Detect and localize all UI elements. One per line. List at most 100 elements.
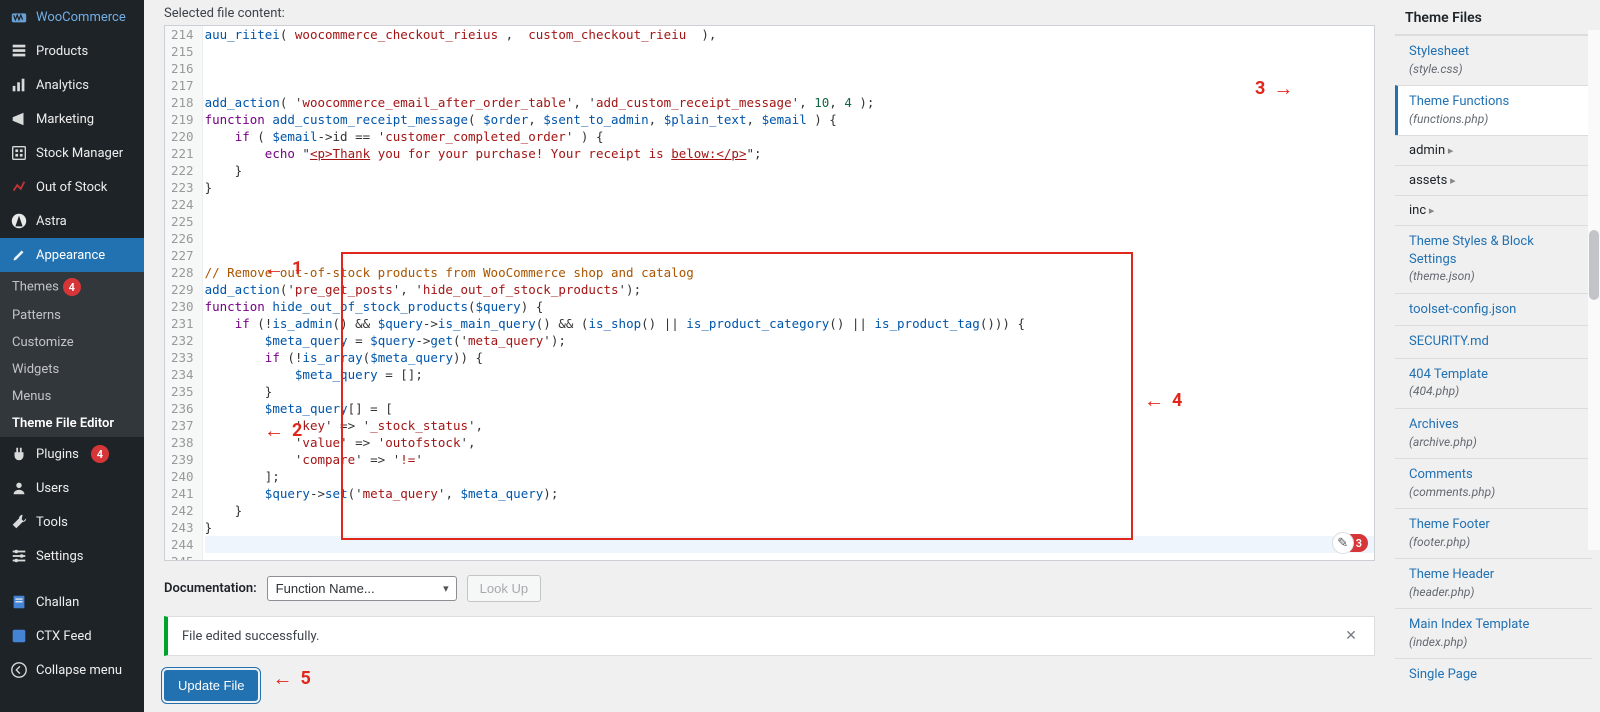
code-line[interactable]: [205, 196, 1374, 213]
code-line[interactable]: if ( $email->id == 'customer_completed_o…: [205, 128, 1374, 145]
file-tree-item-theme-functions[interactable]: Theme Functions(functions.php): [1395, 85, 1592, 135]
file-tree-item-theme-footer[interactable]: Theme Footer(footer.php): [1395, 508, 1592, 558]
code-line[interactable]: }: [205, 502, 1374, 519]
code-line[interactable]: [205, 60, 1374, 77]
file-tree-folder-admin[interactable]: admin: [1395, 135, 1592, 165]
dismiss-icon[interactable]: ✕: [1342, 627, 1360, 645]
lookup-button[interactable]: Look Up: [467, 575, 541, 602]
function-name-select[interactable]: Function Name...: [267, 576, 457, 601]
file-tree-item-theme-header[interactable]: Theme Header(header.php): [1395, 558, 1592, 608]
sidebar-item-label: Astra: [36, 214, 67, 229]
file-tree-item-archives[interactable]: Archives(archive.php): [1395, 408, 1592, 458]
sidebar-item-tools[interactable]: Tools: [0, 505, 144, 539]
code-line[interactable]: add_action('pre_get_posts', 'hide_out_of…: [205, 281, 1374, 298]
code-line[interactable]: 'value' => 'outofstock',: [205, 434, 1374, 451]
sidebar-sub-patterns[interactable]: Patterns: [0, 302, 144, 329]
sidebar-item-products[interactable]: Products: [0, 34, 144, 68]
sidebar-item-out-of-stock[interactable]: Out of Stock: [0, 170, 144, 204]
sidebar-item-plugins[interactable]: Plugins4: [0, 437, 144, 471]
plugins-icon: [10, 445, 28, 463]
sidebar-item-label: Settings: [36, 549, 83, 564]
file-tree-item-main-index-template[interactable]: Main Index Template(index.php): [1395, 608, 1592, 658]
code-line[interactable]: if (!is_array($meta_query)) {: [205, 349, 1374, 366]
sidebar-item-label: Marketing: [36, 112, 94, 127]
code-line[interactable]: [205, 43, 1374, 60]
sidebar-item-label: Appearance: [36, 248, 105, 263]
code-line[interactable]: [205, 247, 1374, 264]
file-tree-item-toolset-config-json[interactable]: toolset-config.json: [1395, 293, 1592, 326]
sidebar-sub-menus[interactable]: Menus: [0, 383, 144, 410]
sidebar-item-astra[interactable]: Astra: [0, 204, 144, 238]
file-tree-item-security-md[interactable]: SECURITY.md: [1395, 325, 1592, 358]
code-line[interactable]: }: [205, 179, 1374, 196]
code-line[interactable]: ];: [205, 468, 1374, 485]
code-line[interactable]: }: [205, 383, 1374, 400]
files-scrollbar-thumb[interactable]: [1589, 230, 1599, 300]
code-area[interactable]: auu_riitei( woocommerce_checkout_rieius …: [203, 26, 1374, 560]
code-line[interactable]: $meta_query = $query->get('meta_query');: [205, 332, 1374, 349]
sidebar-item-appearance[interactable]: Appearance: [0, 238, 144, 272]
file-tree-item-comments[interactable]: Comments(comments.php): [1395, 458, 1592, 508]
file-tree-folder-inc[interactable]: inc: [1395, 195, 1592, 225]
main-area: Selected file content: 21421521621721821…: [144, 0, 1600, 712]
admin-sidebar: WooCommerce ProductsAnalytics Marketing Sto…: [0, 0, 144, 712]
feather-icon: ✎: [1332, 532, 1354, 554]
code-line[interactable]: add_action( 'woocommerce_email_after_ord…: [205, 94, 1374, 111]
sidebar-item-label: Challan: [36, 595, 79, 610]
sidebar-item-analytics[interactable]: Analytics: [0, 68, 144, 102]
update-file-button[interactable]: Update File: [164, 670, 258, 701]
code-line[interactable]: auu_riitei( woocommerce_checkout_rieius …: [205, 26, 1374, 43]
sidebar-item-challan[interactable]: Challan: [0, 585, 144, 619]
products-icon: [10, 42, 28, 60]
challan-icon: [10, 593, 28, 611]
file-tree-item-single-page[interactable]: Single Page: [1395, 658, 1592, 691]
sidebar-item-label: CTX Feed: [36, 629, 92, 644]
stock-icon: [10, 144, 28, 162]
sidebar-item-collapse-menu[interactable]: Collapse menu: [0, 653, 144, 687]
theme-files-panel: 3 Theme Files Stylesheet(style.css)Theme…: [1395, 0, 1600, 712]
files-scrollbar-track[interactable]: [1588, 30, 1600, 550]
code-line[interactable]: echo "<p>Thank you for your purchase! Yo…: [205, 145, 1374, 162]
documentation-label: Documentation:: [164, 581, 257, 596]
code-line[interactable]: $meta_query[] = [: [205, 400, 1374, 417]
sidebar-sub-theme-file-editor[interactable]: Theme File Editor: [0, 410, 144, 437]
sidebar-item-ctx-feed[interactable]: CTX Feed: [0, 619, 144, 653]
sidebar-item-label: Users: [36, 481, 69, 496]
code-line[interactable]: // Remove out-of-stock products from Woo…: [205, 264, 1374, 281]
code-line[interactable]: [205, 213, 1374, 230]
code-line[interactable]: $meta_query = [];: [205, 366, 1374, 383]
sidebar-sub-widgets[interactable]: Widgets: [0, 356, 144, 383]
code-line[interactable]: [205, 77, 1374, 94]
code-line[interactable]: function add_custom_receipt_message( $or…: [205, 111, 1374, 128]
code-editor[interactable]: 2142152162172182192202212222232242252262…: [164, 25, 1375, 561]
code-line[interactable]: if (!is_admin() && $query->is_main_query…: [205, 315, 1374, 332]
code-line[interactable]: $query->set('meta_query', $meta_query);: [205, 485, 1374, 502]
sidebar-item-settings[interactable]: Settings: [0, 539, 144, 573]
sidebar-sub-themes[interactable]: Themes4: [0, 272, 144, 302]
collapse-icon: [10, 661, 28, 679]
code-line[interactable]: [205, 230, 1374, 247]
file-tree-item-stylesheet[interactable]: Stylesheet(style.css): [1395, 35, 1592, 85]
code-line[interactable]: [205, 536, 1374, 553]
file-tree-folder-assets[interactable]: assets: [1395, 165, 1592, 195]
file-tree-item-404-template[interactable]: 404 Template(404.php): [1395, 358, 1592, 408]
sidebar-item-stock-manager[interactable]: Stock Manager: [0, 136, 144, 170]
sidebar-item-woocommerce[interactable]: WooCommerce: [0, 0, 144, 34]
code-line[interactable]: 'key' => '_stock_status',: [205, 417, 1374, 434]
sidebar-item-label: Tools: [36, 515, 68, 530]
documentation-row: Documentation: Function Name... Look Up: [164, 575, 1375, 602]
selected-file-label: Selected file content:: [164, 6, 1375, 21]
code-line[interactable]: }: [205, 519, 1374, 536]
woocommerce-icon: [10, 8, 28, 26]
code-line[interactable]: function hide_out_of_stock_products($que…: [205, 298, 1374, 315]
code-line[interactable]: 'compare' => '!=': [205, 451, 1374, 468]
sidebar-sub-customize[interactable]: Customize: [0, 329, 144, 356]
sidebar-item-users[interactable]: Users: [0, 471, 144, 505]
file-tree-item-theme-styles-block-settings[interactable]: Theme Styles & Block Settings(theme.json…: [1395, 225, 1592, 293]
update-badge: 4: [63, 278, 81, 296]
sidebar-item-marketing[interactable]: Marketing: [0, 102, 144, 136]
code-line[interactable]: }: [205, 162, 1374, 179]
sidebar-item-label: WooCommerce: [36, 10, 126, 25]
editor-issues-badge[interactable]: ✎ 3: [1332, 532, 1368, 554]
code-line[interactable]: [205, 553, 1374, 560]
